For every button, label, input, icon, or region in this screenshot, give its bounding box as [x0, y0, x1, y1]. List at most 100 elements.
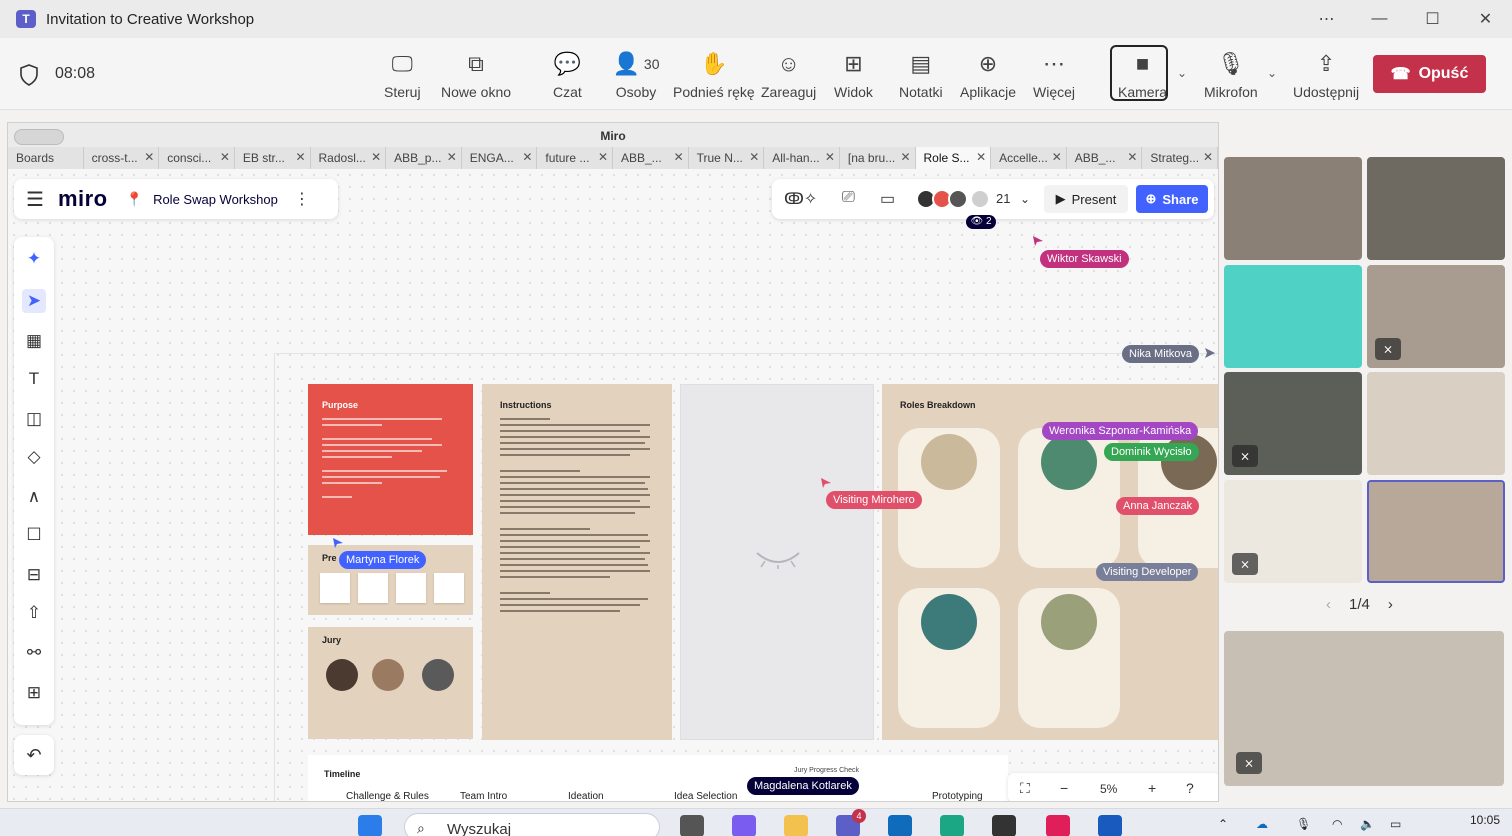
- browser-tab[interactable]: ABB_... ✕: [1067, 147, 1143, 169]
- control-button[interactable]: 🖵 Steruj: [384, 50, 421, 102]
- apps-button[interactable]: ⊕ Aplikacje: [960, 50, 1016, 102]
- close-tab-icon[interactable]: ✕: [447, 150, 457, 164]
- share-button[interactable]: ⊕ Share: [1136, 185, 1208, 213]
- close-tab-icon[interactable]: ✕: [522, 150, 532, 164]
- task-view-icon[interactable]: [680, 815, 704, 836]
- browser-tab[interactable]: future ... ✕: [537, 147, 613, 169]
- new-window-button[interactable]: ⧉ Nowe okno: [441, 50, 511, 102]
- chevron-right-icon[interactable]: ›: [1388, 596, 1393, 613]
- chevron-down-icon[interactable]: ⌄: [1020, 192, 1030, 206]
- text-tool-icon[interactable]: T: [22, 367, 46, 391]
- zoom-in-icon[interactable]: +: [1148, 780, 1156, 796]
- teams-taskbar-icon[interactable]: 4: [836, 809, 866, 836]
- volume-icon[interactable]: 🔈: [1360, 817, 1375, 831]
- react-button[interactable]: ☺ Zareaguj: [761, 50, 816, 102]
- miro-canvas[interactable]: ☰ miro 📍 Role Swap Workshop ⋮ ↂ✧ ⎚ ▭ 21 …: [8, 169, 1218, 801]
- taskbar-clock[interactable]: 10:05: [1470, 813, 1500, 827]
- browser-tab[interactable]: ABB_... ✕: [613, 147, 689, 169]
- close-tab-icon[interactable]: ✕: [825, 150, 835, 164]
- raise-hand-button[interactable]: ✋ Podnieś rękę: [673, 50, 755, 102]
- close-tab-icon[interactable]: ✕: [1203, 150, 1213, 164]
- participant-video-tile[interactable]: [1367, 372, 1505, 475]
- chat-button[interactable]: 💬 Czat: [553, 50, 582, 102]
- undo-icon[interactable]: ↶: [14, 735, 54, 775]
- placeholder-card[interactable]: [680, 384, 874, 740]
- participant-video-tile[interactable]: [1224, 157, 1362, 260]
- leave-button[interactable]: ☎ Opuść: [1373, 55, 1486, 93]
- camera-options-chevron-icon[interactable]: ⌄: [1177, 66, 1187, 80]
- mic-options-chevron-icon[interactable]: ⌄: [1267, 66, 1277, 80]
- screen-share-icon[interactable]: ⎚: [842, 189, 855, 207]
- close-tab-icon[interactable]: ✕: [295, 150, 305, 164]
- browser-tab[interactable]: ABB_p... ✕: [386, 147, 462, 169]
- microphone-button[interactable]: 🎙 Mikrofon: [1204, 50, 1258, 102]
- zoom-level[interactable]: 5%: [1100, 782, 1117, 796]
- maximize-button[interactable]: ☐: [1406, 0, 1459, 38]
- sticky-note[interactable]: [358, 573, 388, 603]
- menu-icon[interactable]: ☰: [26, 187, 44, 212]
- sticky-note[interactable]: [434, 573, 464, 603]
- close-button[interactable]: ✕: [1459, 0, 1512, 38]
- participant-video-tile[interactable]: ⨯: [1367, 265, 1505, 368]
- browser-tab[interactable]: All-han... ✕: [764, 147, 840, 169]
- present-button[interactable]: ▶ Present: [1044, 185, 1128, 213]
- browser-tab[interactable]: [na bru... ✕: [840, 147, 916, 169]
- collaborator-count[interactable]: 21: [996, 191, 1010, 206]
- participant-video-tile-active[interactable]: [1367, 480, 1505, 583]
- outlook-icon[interactable]: [888, 815, 912, 836]
- reactions-icon[interactable]: ↂ✧: [784, 189, 817, 209]
- board-name[interactable]: Role Swap Workshop: [153, 192, 278, 207]
- wifi-icon[interactable]: ◠: [1332, 817, 1342, 831]
- file-explorer-icon[interactable]: [784, 815, 808, 836]
- onedrive-icon[interactable]: ☁: [1256, 817, 1268, 831]
- add-more-icon[interactable]: ⊞: [22, 681, 46, 705]
- browser-tab[interactable]: True N... ✕: [689, 147, 765, 169]
- close-tab-icon[interactable]: ✕: [976, 150, 986, 164]
- video-call-icon[interactable]: ▭: [880, 189, 895, 209]
- word-icon[interactable]: [1098, 815, 1122, 836]
- participant-video-tile[interactable]: [1367, 157, 1505, 260]
- close-tab-icon[interactable]: ✕: [144, 150, 154, 164]
- role-card[interactable]: [898, 588, 1000, 728]
- sticky-note[interactable]: [320, 573, 350, 603]
- close-tab-icon[interactable]: ✕: [220, 150, 230, 164]
- participant-video-tile[interactable]: ⨯: [1224, 480, 1362, 583]
- slack-icon[interactable]: [1046, 815, 1070, 836]
- fit-screen-icon[interactable]: ⛶: [1020, 780, 1030, 797]
- notes-button[interactable]: ▤ Notatki: [899, 50, 943, 102]
- battery-icon[interactable]: ▭: [1390, 817, 1401, 831]
- avatar[interactable]: [970, 189, 990, 209]
- edge-icon[interactable]: [940, 815, 964, 836]
- more-button[interactable]: ⋯ Więcej: [1033, 50, 1075, 102]
- browser-tab[interactable]: Role S... ✕: [915, 147, 992, 169]
- more-options-icon[interactable]: ⋯: [1300, 0, 1353, 38]
- chevron-up-icon[interactable]: ⌃: [1218, 817, 1228, 831]
- chevron-left-icon[interactable]: ‹: [1326, 596, 1331, 613]
- avatar[interactable]: [948, 189, 968, 209]
- browser-tab[interactable]: Accelle... ✕: [991, 147, 1067, 169]
- shapes-icon[interactable]: ◇: [22, 445, 46, 469]
- sticky-note-icon[interactable]: ◫: [22, 407, 46, 431]
- close-tab-icon[interactable]: ✕: [1052, 150, 1062, 164]
- role-card[interactable]: [1018, 588, 1120, 728]
- close-tab-icon[interactable]: ✕: [674, 150, 684, 164]
- browser-tab[interactable]: Radosl... ✕: [311, 147, 387, 169]
- pen-tool-icon[interactable]: ∧: [22, 485, 46, 509]
- view-button[interactable]: ⊞ Widok: [834, 50, 873, 102]
- instructions-card[interactable]: Instructions: [482, 384, 672, 740]
- copilot-icon[interactable]: [732, 815, 756, 836]
- timeline-card[interactable]: Timeline Jury Progress Check Challenge &…: [308, 755, 1008, 801]
- sticky-note[interactable]: [396, 573, 426, 603]
- close-tab-icon[interactable]: ✕: [598, 150, 608, 164]
- select-tool-icon[interactable]: ➤: [22, 289, 46, 313]
- browser-tab[interactable]: consci... ✕: [159, 147, 235, 169]
- browser-tab[interactable]: EB str... ✕: [235, 147, 311, 169]
- browser-tab[interactable]: Boards: [8, 147, 84, 169]
- browser-tab[interactable]: cross-t... ✕: [84, 147, 160, 169]
- close-tab-icon[interactable]: ✕: [900, 150, 910, 164]
- close-tab-icon[interactable]: ✕: [1127, 150, 1137, 164]
- share-screen-button[interactable]: ⇪ Udostępnij: [1293, 50, 1359, 102]
- app-icon[interactable]: [992, 815, 1016, 836]
- jury-card[interactable]: Jury: [308, 627, 473, 739]
- browser-tab[interactable]: Strateg... ✕: [1142, 147, 1218, 169]
